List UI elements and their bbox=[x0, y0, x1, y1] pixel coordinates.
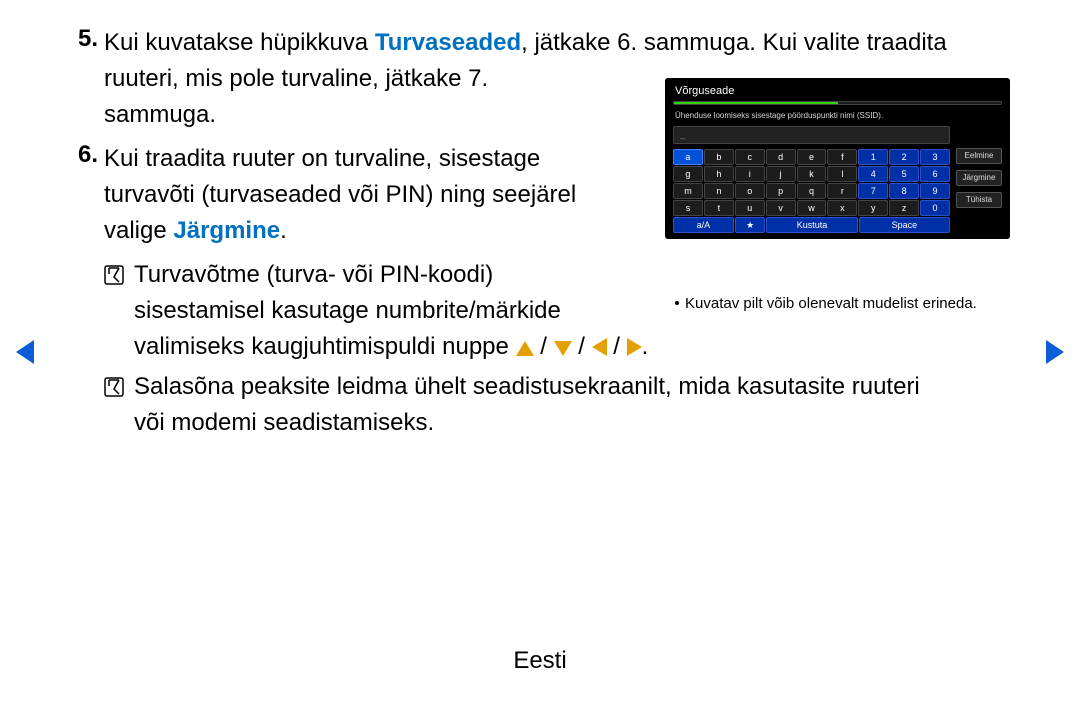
key-5[interactable]: 5 bbox=[889, 166, 919, 182]
screenshot-caption: Kuvatav pilt võib olenevalt mudelist eri… bbox=[665, 295, 1010, 312]
text: valimiseks kaugjuhtimispuldi nuppe bbox=[134, 333, 516, 360]
text: , jätkake 6. sammuga. Kui valite traadit… bbox=[521, 29, 947, 56]
text: või modemi seadistamiseks. bbox=[134, 409, 434, 436]
arrow-right-icon bbox=[627, 338, 642, 356]
list-number: 6. bbox=[70, 141, 104, 249]
key-f[interactable]: f bbox=[827, 149, 857, 165]
key-3[interactable]: 3 bbox=[920, 149, 950, 165]
key-e[interactable]: e bbox=[797, 149, 827, 165]
key-a[interactable]: a bbox=[673, 149, 703, 165]
text: turvavõti (turvaseaded või PIN) ning see… bbox=[104, 181, 576, 208]
key-m[interactable]: m bbox=[673, 183, 703, 199]
text: ruuteri, mis pole turvaline, jätkake 7. bbox=[104, 65, 488, 92]
key-z[interactable]: z bbox=[889, 200, 919, 216]
key-w[interactable]: w bbox=[797, 200, 827, 216]
key-c[interactable]: c bbox=[735, 149, 765, 165]
key-i[interactable]: i bbox=[735, 166, 765, 182]
text: . bbox=[280, 217, 287, 244]
key-l[interactable]: l bbox=[827, 166, 857, 182]
text: / bbox=[534, 333, 554, 360]
key-space[interactable]: Space bbox=[859, 217, 950, 233]
netscreen-instruction: Ühenduse loomiseks sisestage pöörduspunk… bbox=[671, 109, 1004, 126]
previous-button[interactable]: Eelmine bbox=[956, 148, 1002, 164]
key-v[interactable]: v bbox=[766, 200, 796, 216]
key-1[interactable]: 1 bbox=[858, 149, 888, 165]
ssid-input[interactable]: _ bbox=[673, 126, 950, 144]
page-next-arrow[interactable] bbox=[1046, 340, 1064, 364]
text: valige bbox=[104, 217, 173, 244]
netscreen-progress bbox=[673, 101, 1002, 105]
page-footer: Eesti bbox=[0, 647, 1080, 675]
text: Salasõna peaksite leidma ühelt seadistus… bbox=[134, 373, 920, 400]
highlight-jargmine: Järgmine bbox=[173, 217, 280, 244]
key-k[interactable]: k bbox=[797, 166, 827, 182]
text: Turvavõtme (turva- või PIN-koodi) bbox=[134, 261, 493, 288]
note-text: Salasõna peaksite leidma ühelt seadistus… bbox=[134, 369, 1010, 441]
key-o[interactable]: o bbox=[735, 183, 765, 199]
text: Kui kuvatakse hüpikkuva bbox=[104, 29, 375, 56]
key-j[interactable]: j bbox=[766, 166, 796, 182]
bullet-icon bbox=[675, 301, 679, 305]
key-p[interactable]: p bbox=[766, 183, 796, 199]
note-icon bbox=[104, 369, 134, 441]
key-d[interactable]: d bbox=[766, 149, 796, 165]
key-symbols[interactable]: ★ bbox=[735, 217, 765, 233]
note-item-2: Salasõna peaksite leidma ühelt seadistus… bbox=[104, 369, 1010, 441]
key-2[interactable]: 2 bbox=[889, 149, 919, 165]
onscreen-keyboard: abcdef123 ghijkl456 mnopqr789 stuvwxyz0 bbox=[673, 149, 950, 216]
key-7[interactable]: 7 bbox=[858, 183, 888, 199]
text: / bbox=[572, 333, 592, 360]
key-6[interactable]: 6 bbox=[920, 166, 950, 182]
next-button[interactable]: Järgmine bbox=[956, 170, 1002, 186]
text: / bbox=[607, 333, 627, 360]
highlight-turvaseaded: Turvaseaded bbox=[375, 29, 521, 56]
key-n[interactable]: n bbox=[704, 183, 734, 199]
key-q[interactable]: q bbox=[797, 183, 827, 199]
key-case-toggle[interactable]: a/A bbox=[673, 217, 734, 233]
network-settings-screenshot: Võrguseade Ühenduse loomiseks sisestage … bbox=[665, 78, 1010, 239]
key-x[interactable]: x bbox=[827, 200, 857, 216]
key-y[interactable]: y bbox=[858, 200, 888, 216]
text: Kui traadita ruuter on turvaline, sisest… bbox=[104, 145, 540, 172]
text: . bbox=[642, 333, 649, 360]
arrow-up-icon bbox=[516, 341, 534, 356]
key-r[interactable]: r bbox=[827, 183, 857, 199]
key-9[interactable]: 9 bbox=[920, 183, 950, 199]
key-h[interactable]: h bbox=[704, 166, 734, 182]
key-t[interactable]: t bbox=[704, 200, 734, 216]
key-0[interactable]: 0 bbox=[920, 200, 950, 216]
caption-text: Kuvatav pilt võib olenevalt mudelist eri… bbox=[685, 295, 977, 312]
netscreen-title: Võrguseade bbox=[671, 82, 1004, 99]
list-number: 5. bbox=[70, 25, 104, 133]
key-4[interactable]: 4 bbox=[858, 166, 888, 182]
key-delete[interactable]: Kustuta bbox=[766, 217, 857, 233]
key-8[interactable]: 8 bbox=[889, 183, 919, 199]
key-b[interactable]: b bbox=[704, 149, 734, 165]
text: sammuga. bbox=[104, 101, 216, 128]
note-icon bbox=[104, 257, 134, 365]
key-g[interactable]: g bbox=[673, 166, 703, 182]
arrow-down-icon bbox=[554, 341, 572, 356]
cancel-button[interactable]: Tühista bbox=[956, 192, 1002, 208]
text: sisestamisel kasutage numbrite/märkide bbox=[134, 297, 561, 324]
page-prev-arrow[interactable] bbox=[16, 340, 34, 364]
key-u[interactable]: u bbox=[735, 200, 765, 216]
key-s[interactable]: s bbox=[673, 200, 703, 216]
arrow-left-icon bbox=[592, 338, 607, 356]
